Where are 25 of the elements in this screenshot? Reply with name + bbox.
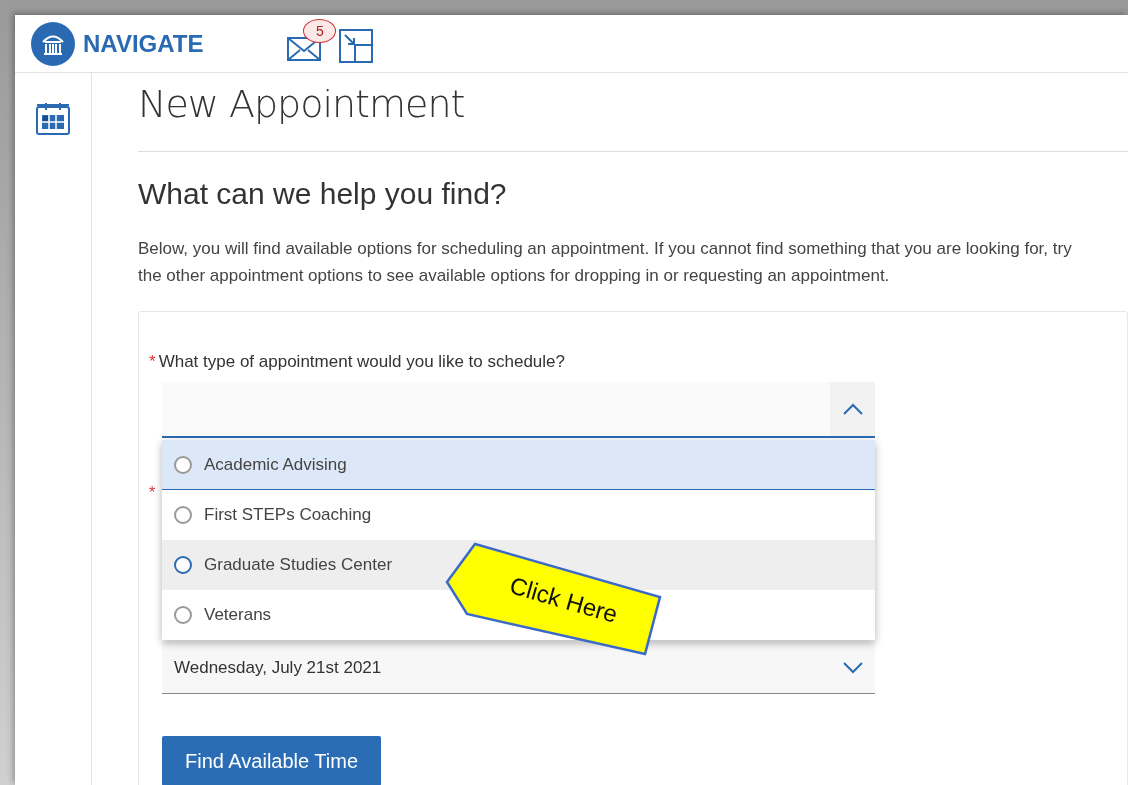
- chevron-icon: [843, 661, 863, 674]
- logo-text[interactable]: NAVIGATE: [83, 29, 204, 58]
- field-label: What type of appointment would you like to schedule?: [158, 352, 565, 372]
- notification-badge: 5: [303, 18, 337, 43]
- logo-icon: [31, 21, 75, 66]
- dropdown-option[interactable]: Graduate Studies Center: [204, 555, 393, 575]
- chevron-icon: [842, 403, 863, 415]
- section-heading: What can we help you find?: [138, 176, 508, 212]
- resize-icon[interactable]: [339, 28, 374, 63]
- date-value: Wednesday, July 21st 2021: [174, 657, 382, 678]
- radio-button[interactable]: [174, 606, 192, 624]
- page-title: New Appointment: [138, 81, 466, 127]
- radio-button[interactable]: [174, 556, 192, 574]
- calendar-icon[interactable]: [36, 103, 70, 135]
- required-mark: *: [149, 352, 156, 371]
- mail-icon[interactable]: [287, 36, 322, 61]
- dropdown-option[interactable]: Veterans: [204, 605, 272, 625]
- required-mark: *: [149, 484, 156, 503]
- date-dropdown[interactable]: Wednesday, July 21st 2021: [162, 642, 875, 694]
- radio-button[interactable]: [174, 455, 192, 474]
- dropdown-option[interactable]: First STEPs Coaching: [204, 505, 372, 525]
- radio-button[interactable]: [174, 506, 192, 524]
- dropdown-option[interactable]: Academic Advising: [204, 454, 347, 475]
- intro-text: Below, you will find available options for scheduling an appointment. If you cannot find something that you are looking for, try the other appointment options to see available options for dropping in or requesting an appointment.: [138, 238, 1073, 287]
- find-available-time-button[interactable]: Find Available Time: [162, 736, 382, 785]
